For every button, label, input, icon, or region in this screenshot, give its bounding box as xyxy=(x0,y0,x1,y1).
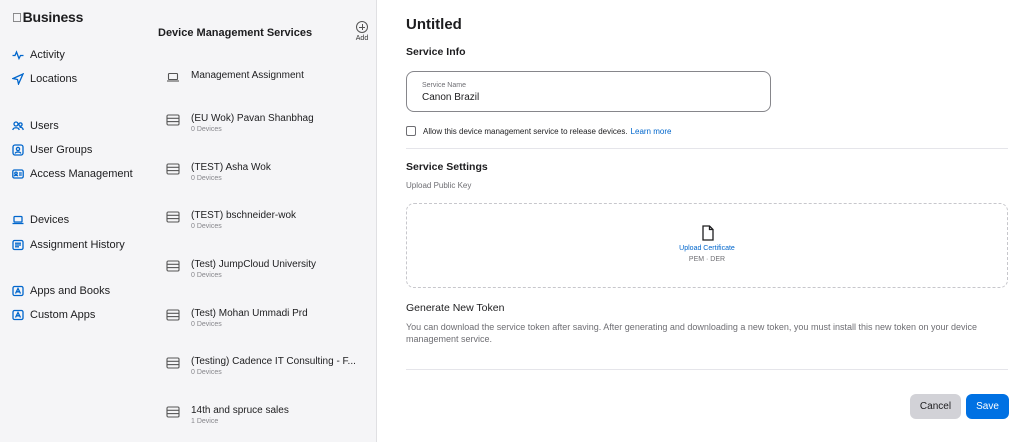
sidebar-item-label: Users xyxy=(30,120,59,132)
apps-icon xyxy=(12,285,24,297)
service-name-label: Service Name xyxy=(422,82,466,89)
server-icon xyxy=(166,162,180,175)
list-item-device-count: 0 Devices xyxy=(191,272,222,279)
apple-logo-icon:  xyxy=(12,10,22,25)
allow-release-row: Allow this device management service to … xyxy=(406,126,671,136)
list-item-device-count: 0 Devices xyxy=(191,223,222,230)
server-icon xyxy=(166,356,180,369)
sidebar-item-activity[interactable]: Activity xyxy=(12,46,65,64)
list-item-device-count: 0 Devices xyxy=(191,126,222,133)
list-item[interactable]: (Test) JumpCloud University 0 Devices xyxy=(148,245,376,285)
list-item-name: (TEST) Asha Wok xyxy=(191,162,271,173)
document-icon xyxy=(701,225,715,241)
sidebar-item-label: Access Management xyxy=(30,168,133,180)
sidebar-item-label: Apps and Books xyxy=(30,285,111,297)
generate-token-description: You can download the service token after… xyxy=(406,322,978,344)
learn-more-link[interactable]: Learn more xyxy=(631,127,672,136)
allow-release-checkbox[interactable] xyxy=(406,126,416,136)
location-arrow-icon xyxy=(12,73,24,85)
sidebar-item-label: Assignment History xyxy=(30,239,125,251)
list-item[interactable]: (TEST) bschneider-wok 0 Devices xyxy=(148,196,376,236)
upload-certificate-link[interactable]: Upload Certificate xyxy=(407,245,1007,252)
list-item[interactable]: (EU Wok) Pavan Shanbhag 0 Devices xyxy=(148,99,376,139)
list-item[interactable]: 14th and spruce sales 1 Device xyxy=(148,391,376,431)
section-divider xyxy=(406,369,1008,370)
service-name-input[interactable] xyxy=(422,92,752,103)
plus-circle-icon xyxy=(356,21,368,33)
sidebar-item-devices[interactable]: Devices xyxy=(12,211,69,229)
section-divider xyxy=(406,148,1008,149)
sidebar-item-locations[interactable]: Locations xyxy=(12,70,77,88)
service-detail-panel: Untitled Service Info Service Name Allow… xyxy=(377,0,1024,442)
list-item-device-count: 1 Device xyxy=(191,418,219,425)
upload-public-key-label: Upload Public Key xyxy=(406,181,472,190)
list-item-name: 14th and spruce sales xyxy=(191,405,289,416)
list-item-management-assignment[interactable]: Management Assignment xyxy=(148,56,376,96)
sidebar-item-assignment-history[interactable]: Assignment History xyxy=(12,236,125,254)
add-button-label: Add xyxy=(355,35,369,42)
activity-icon xyxy=(12,49,24,61)
server-icon xyxy=(166,259,180,272)
sidebar-item-label: Custom Apps xyxy=(30,309,96,321)
history-list-icon xyxy=(12,239,24,251)
list-item-device-count: 0 Devices xyxy=(191,321,222,328)
services-list-panel: Device Management Services Add Managemen… xyxy=(148,0,377,442)
list-item[interactable]: (TEST) Asha Wok 0 Devices xyxy=(148,148,376,188)
sidebar-item-user-groups[interactable]: User Groups xyxy=(12,141,92,159)
sidebar: Business Activity Locations Users User … xyxy=(0,0,148,442)
service-name-field[interactable]: Service Name xyxy=(406,71,771,112)
list-item-name: (Test) JumpCloud University xyxy=(191,259,317,270)
list-item-device-count: 0 Devices xyxy=(191,369,222,376)
list-item-name: (Testing) Cadence IT Consulting - F... xyxy=(191,356,356,367)
id-card-icon xyxy=(12,168,24,180)
certificate-drop-zone[interactable]: Upload Certificate PEM · DER xyxy=(406,203,1008,288)
cancel-button[interactable]: Cancel xyxy=(910,394,961,419)
list-item-name: (Test) Mohan Ummadi Prd xyxy=(191,308,308,319)
list-item-name: (TEST) bschneider-wok xyxy=(191,210,297,221)
list-item[interactable]: (Test) Mohan Ummadi Prd 0 Devices xyxy=(148,294,376,334)
sidebar-item-label: User Groups xyxy=(30,144,93,156)
list-item-device-count: 0 Devices xyxy=(191,175,222,182)
sidebar-item-label: Devices xyxy=(30,214,70,226)
certificate-formats: PEM · DER xyxy=(688,256,726,263)
sidebar-item-label: Locations xyxy=(30,73,78,85)
server-icon xyxy=(166,405,180,418)
laptop-icon xyxy=(12,214,24,226)
sidebar-item-users[interactable]: Users xyxy=(12,117,59,135)
brand-label: Business xyxy=(13,9,84,25)
server-icon xyxy=(166,210,180,223)
page-title: Untitled xyxy=(406,16,462,33)
list-item[interactable]: (Testing) Cadence IT Consulting - F... 0… xyxy=(148,342,376,382)
server-icon xyxy=(166,113,180,126)
allow-release-label: Allow this device management service to … xyxy=(423,126,628,136)
save-button[interactable]: Save xyxy=(966,394,1009,419)
sidebar-item-custom-apps[interactable]: Custom Apps xyxy=(12,306,95,324)
service-settings-heading: Service Settings xyxy=(406,161,488,173)
users-icon xyxy=(12,120,24,132)
sidebar-item-access-management[interactable]: Access Management xyxy=(12,165,133,183)
list-title: Device Management Services xyxy=(158,27,313,39)
generate-token-heading: Generate New Token xyxy=(406,302,505,314)
list-item-name: Management Assignment xyxy=(191,70,304,81)
laptop-icon xyxy=(166,70,180,82)
add-service-button[interactable]: Add xyxy=(352,21,372,42)
service-info-heading: Service Info xyxy=(406,46,466,58)
sidebar-item-apps-and-books[interactable]: Apps and Books xyxy=(12,282,110,300)
server-icon xyxy=(166,308,180,321)
brand-logo[interactable]: Business xyxy=(12,9,83,25)
user-groups-icon xyxy=(12,144,24,156)
custom-apps-icon xyxy=(12,309,24,321)
list-item-name: (EU Wok) Pavan Shanbhag xyxy=(191,113,314,124)
sidebar-item-label: Activity xyxy=(30,49,65,61)
